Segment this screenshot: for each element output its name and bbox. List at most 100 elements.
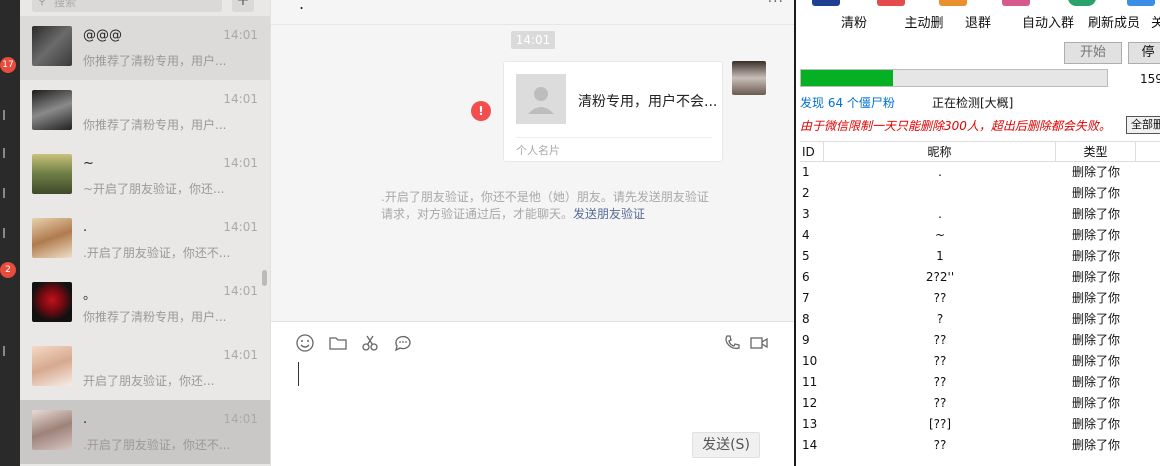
search-placeholder: 搜索 bbox=[54, 0, 76, 9]
more-icon[interactable]: ··· bbox=[768, 0, 784, 10]
avatar bbox=[32, 154, 72, 194]
cell-type: 删除了你 bbox=[1071, 438, 1120, 452]
cell-id: 10 bbox=[802, 354, 818, 368]
progress-count: 159 bbox=[1140, 72, 1160, 86]
detect-status: 正在检测[大概] bbox=[932, 96, 1014, 110]
search-icon: ⚲ bbox=[38, 0, 47, 7]
table-row[interactable]: 13 [??] 删除了你 bbox=[800, 414, 1160, 435]
default-avatar-icon bbox=[516, 74, 566, 124]
auto-join-button[interactable]: 自动入群 bbox=[984, 0, 1074, 34]
refresh-members-button[interactable]: 刷新成员 bbox=[1050, 0, 1140, 34]
cell-nickname: ?? bbox=[933, 438, 947, 452]
cell-id: 5 bbox=[802, 249, 810, 263]
notice-text: .开启了朋友验证，你还不是他（她）朋友。请先发送朋友验证请求，对方验证通过后，才… bbox=[381, 190, 709, 221]
chat-preview: ~开启了朋友验证，你还... bbox=[83, 182, 225, 196]
search-box[interactable]: ⚲ 搜索 bbox=[32, 0, 222, 12]
cell-nickname: ?? bbox=[933, 396, 947, 410]
sidebar-mark bbox=[3, 228, 9, 238]
chat-bubble-icon[interactable] bbox=[393, 333, 413, 353]
table-row[interactable]: 4 ~ 删除了你 bbox=[800, 225, 1160, 246]
emoji-icon[interactable] bbox=[295, 333, 315, 353]
chat-time: 14:01 bbox=[223, 412, 258, 426]
avatar bbox=[32, 218, 72, 258]
table-header: ID 昵称 类型 bbox=[800, 141, 1160, 162]
chat-item[interactable]: 14:01 开启了朋友验证，你还... bbox=[20, 336, 270, 400]
chat-time: 14:01 bbox=[223, 348, 258, 362]
table-row[interactable]: 3. 删除了你 bbox=[800, 204, 1160, 225]
cell-nickname: ?? bbox=[933, 291, 947, 305]
cell-type: 删除了你 bbox=[1071, 333, 1120, 347]
table-row[interactable]: 10?? 删除了你 bbox=[800, 351, 1160, 372]
text-caret bbox=[298, 362, 299, 386]
avatar bbox=[32, 346, 72, 386]
send-button[interactable]: 发送(S) bbox=[692, 432, 760, 458]
table-row[interactable]: 2 删除了你 bbox=[800, 183, 1160, 204]
scissors-icon[interactable] bbox=[360, 333, 380, 353]
chat-item[interactable]: ~ 14:01 ~开启了朋友验证，你还... bbox=[20, 144, 270, 208]
phone-icon[interactable] bbox=[722, 333, 742, 353]
chat-item[interactable]: 14:01 你推荐了清粉专用，用户... bbox=[20, 80, 270, 144]
col-nickname[interactable]: 昵称 bbox=[824, 142, 1056, 162]
chat-item[interactable]: @@@ 14:01 你推荐了清粉专用，用户... bbox=[20, 16, 270, 80]
progress-bar bbox=[800, 69, 1108, 87]
chat-item[interactable]: 。 14:01 你推荐了清粉专用，用户... bbox=[20, 272, 270, 336]
table-row[interactable]: 1. 删除了你 bbox=[800, 162, 1160, 183]
message-timestamp: 14:01 bbox=[511, 31, 555, 49]
auto-join-icon bbox=[1002, 0, 1030, 6]
table-row[interactable]: 6 2?2'' 删除了你 bbox=[800, 267, 1160, 288]
cell-nickname: ? bbox=[936, 312, 944, 326]
cell-type: 删除了你 bbox=[1071, 354, 1120, 368]
stop-button[interactable]: 停 bbox=[1128, 42, 1160, 64]
quit-group-button[interactable]: 退群 bbox=[928, 0, 991, 34]
add-button[interactable]: + bbox=[232, 0, 254, 12]
start-button[interactable]: 开始 bbox=[1064, 42, 1122, 64]
chat-list: ⚲ 搜索 + @@@ 14:01 你推荐了清粉专用，用户... 14:01 你推… bbox=[20, 0, 270, 466]
cell-id: 12 bbox=[802, 396, 818, 410]
delete-all-button[interactable]: 全部删 bbox=[1126, 116, 1160, 134]
cell-nickname: ~ bbox=[934, 228, 946, 242]
cell-type: 删除了你 bbox=[1071, 291, 1120, 305]
chat-item[interactable]: . 14:01 .开启了朋友验证，你还不... bbox=[20, 208, 270, 272]
chat-title: . bbox=[299, 0, 305, 13]
table-row[interactable]: 7?? 删除了你 bbox=[800, 288, 1160, 309]
avatar bbox=[32, 410, 72, 450]
quit-group-icon bbox=[939, 0, 967, 6]
col-type[interactable]: 类型 bbox=[1056, 142, 1136, 162]
table-row[interactable]: 8? 删除了你 bbox=[800, 309, 1160, 330]
list-scrollbar[interactable] bbox=[262, 270, 267, 286]
close-button[interactable]: 关闭 bbox=[1118, 0, 1160, 34]
cell-id: 1 bbox=[802, 165, 810, 179]
active-delete-button[interactable]: 主动删 bbox=[858, 0, 944, 34]
folder-icon[interactable] bbox=[328, 333, 348, 353]
table-row[interactable]: 9?? 删除了你 bbox=[800, 330, 1160, 351]
cell-type: 删除了你 bbox=[1071, 312, 1120, 326]
cell-id: 7 bbox=[802, 291, 810, 305]
cell-nickname: ?? bbox=[933, 375, 947, 389]
system-notice: .开启了朋友验证，你还不是他（她）朋友。请先发送朋友验证请求，对方验证通过后，才… bbox=[381, 189, 711, 223]
chat-time: 14:01 bbox=[223, 284, 258, 298]
contact-card[interactable]: 清粉专用，用户不会... 个人名片 bbox=[503, 61, 723, 162]
table-row[interactable]: 5 1 删除了你 bbox=[800, 246, 1160, 267]
cell-id: 2 bbox=[802, 186, 810, 200]
cell-nickname: . bbox=[938, 207, 942, 221]
message-input-area[interactable]: 发送(S) bbox=[271, 322, 795, 466]
cell-nickname: [??] bbox=[928, 417, 952, 431]
table-row[interactable]: 12?? 删除了你 bbox=[800, 393, 1160, 414]
my-avatar[interactable] bbox=[732, 61, 766, 95]
cell-id: 13 bbox=[802, 417, 818, 431]
send-failed-icon[interactable]: ! bbox=[471, 101, 491, 121]
col-id[interactable]: ID bbox=[800, 142, 824, 162]
button-label: 关闭 bbox=[1141, 12, 1160, 31]
chat-item-active[interactable]: . 14:01 .开启了朋友验证，你还不... bbox=[20, 400, 270, 464]
send-verification-link[interactable]: 发送朋友验证 bbox=[573, 207, 645, 221]
table-row[interactable]: 14?? 删除了你 bbox=[800, 435, 1160, 456]
chat-preview: 你推荐了清粉专用，用户... bbox=[83, 310, 227, 324]
chat-name: @@@ bbox=[83, 28, 122, 43]
refresh-icon bbox=[1068, 0, 1096, 6]
table-row[interactable]: 11?? 删除了你 bbox=[800, 372, 1160, 393]
clean-fans-button[interactable]: 清粉 bbox=[798, 0, 867, 34]
chat-time: 14:01 bbox=[223, 156, 258, 170]
video-call-icon[interactable] bbox=[749, 333, 769, 353]
close-icon bbox=[1127, 0, 1155, 6]
chat-name: . bbox=[83, 412, 88, 427]
